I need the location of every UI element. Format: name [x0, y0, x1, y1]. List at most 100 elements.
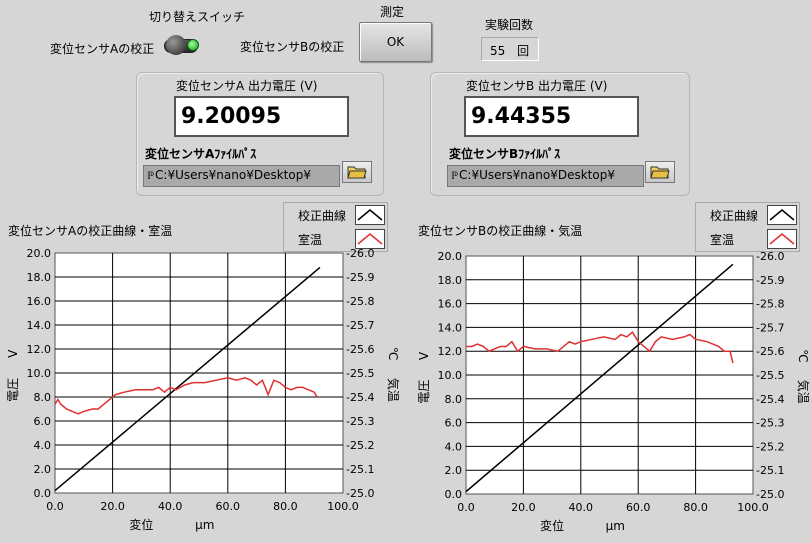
y-tick-label: 10.0 — [27, 367, 52, 380]
y-tick-label: 14.0 — [438, 321, 463, 334]
y2-tick-label: -25.9 — [756, 274, 784, 287]
y2-tick-label: -25.4 — [346, 391, 374, 404]
y2-tick-label: -25.5 — [346, 367, 374, 380]
x-tick-label: 100.0 — [737, 501, 769, 514]
y-tick-label: 20.0 — [27, 247, 52, 260]
sensor-b-path-value: C:¥Users¥nano¥Desktop¥ — [459, 168, 615, 182]
y-tick-label: 18.0 — [27, 271, 52, 284]
y2-tick-label: -25.2 — [756, 440, 784, 453]
x-tick-label: 40.0 — [569, 501, 594, 514]
x-tick-label: 60.0 — [626, 501, 651, 514]
y2-tick-label: -25.1 — [756, 464, 784, 477]
sensor-a-voltage-label: 変位センサA 出力電圧 (V) — [176, 79, 318, 93]
y-tick-label: 16.0 — [27, 295, 52, 308]
chart-b: 変位センサBの校正曲線・気温 0.0 20.0 40.0 60.0 80.0 100.0 0.… — [410, 218, 811, 543]
toggle-led-indicator — [187, 39, 199, 51]
y-tick-label: 6.0 — [445, 417, 463, 430]
measure-title: 測定 — [380, 5, 405, 19]
y2-tick-label: -25.6 — [346, 343, 374, 356]
path-icon: ℙ — [147, 171, 155, 182]
x-tick-label: 80.0 — [683, 501, 708, 514]
x-tick-label: 80.0 — [273, 500, 298, 513]
x-axis-label: 変位 — [129, 517, 153, 532]
y2-tick-label: -25.8 — [346, 295, 374, 308]
sensor-b-path-field[interactable]: ℙC:¥Users¥nano¥Desktop¥ — [447, 165, 644, 187]
y-tick-label: 20.0 — [438, 250, 463, 263]
y-tick-label: 0.0 — [34, 487, 52, 500]
y-tick-label: 6.0 — [34, 415, 52, 428]
toggle-knob — [166, 35, 186, 55]
y2-tick-label: -25.9 — [346, 271, 374, 284]
y-axis-unit: V — [417, 351, 431, 360]
switch-right-label: 変位センサBの校正 — [240, 40, 345, 54]
x-tick-label: 20.0 — [100, 500, 125, 513]
x-axis-label: 変位 — [540, 518, 564, 533]
sensor-select-toggle[interactable] — [160, 35, 200, 56]
y-axis-label: 電圧 — [417, 380, 431, 404]
count-indicator: 55 回 — [481, 37, 539, 61]
y-tick-label: 12.0 — [438, 345, 463, 358]
y2-tick-label: -26.0 — [346, 247, 374, 260]
sensor-a-path-value: C:¥Users¥nano¥Desktop¥ — [155, 168, 311, 182]
y-tick-label: 8.0 — [34, 391, 52, 404]
y2-tick-label: -25.4 — [756, 393, 784, 406]
y-tick-label: 4.0 — [34, 439, 52, 452]
y-tick-label: 14.0 — [27, 319, 52, 332]
chart-title: 変位センサAの校正曲線・室温 — [8, 223, 172, 238]
y-tick-label: 12.0 — [27, 343, 52, 356]
y2-tick-label: -25.3 — [756, 417, 784, 430]
sensor-b-path-label: 変位センサBﾌｧｲﾙﾊﾟｽ — [449, 147, 561, 161]
count-value: 55 — [490, 44, 506, 58]
y2-axis-label: 気温 — [386, 378, 400, 402]
switch-left-label: 変位センサAの校正 — [50, 42, 155, 56]
ok-button[interactable]: OK — [359, 22, 432, 62]
x-tick-label: 0.0 — [457, 501, 475, 514]
switch-title: 切り替えスイッチ — [149, 10, 246, 24]
count-unit: 回 — [517, 44, 530, 58]
y-tick-label: 2.0 — [34, 463, 52, 476]
y2-tick-label: -25.6 — [756, 345, 784, 358]
y2-tick-label: -25.5 — [756, 369, 784, 382]
x-tick-label: 20.0 — [511, 501, 536, 514]
y2-tick-label: -26.0 — [756, 250, 784, 263]
y2-tick-label: -25.8 — [756, 298, 784, 311]
sensor-a-voltage-value: 9.20095 — [174, 96, 349, 137]
sensor-a-path-field[interactable]: ℙC:¥Users¥nano¥Desktop¥ — [143, 165, 340, 187]
chart-title: 変位センサBの校正曲線・気温 — [418, 223, 582, 238]
calibration-window: 切り替えスイッチ 変位センサAの校正 変位センサBの校正 測定 OK 実験回数 … — [0, 0, 811, 543]
chart-a: 変位センサAの校正曲線・室温 0.0 20.0 40.0 60.0 80.0 100.0 0.… — [0, 218, 401, 543]
y2-axis-unit: ℃ — [796, 349, 810, 362]
sensor-b-browse-button[interactable] — [645, 161, 675, 183]
y2-tick-label: -25.0 — [346, 487, 374, 500]
y-tick-label: 18.0 — [438, 274, 463, 287]
sensor-a-path-label: 変位センサAﾌｧｲﾙﾊﾟｽ — [145, 147, 257, 161]
y2-axis-label: 気温 — [796, 380, 811, 404]
sensor-a-browse-button[interactable] — [342, 161, 372, 183]
x-tick-label: 60.0 — [216, 500, 241, 513]
y2-tick-label: -25.7 — [346, 319, 374, 332]
x-axis-unit: μm — [195, 518, 214, 532]
folder-open-icon — [347, 166, 367, 179]
y-tick-label: 10.0 — [438, 369, 463, 382]
chart-b-svg: 変位センサBの校正曲線・気温 0.0 20.0 40.0 60.0 80.0 100.0 0.… — [417, 223, 811, 533]
path-icon: ℙ — [451, 171, 459, 182]
y-tick-label: 4.0 — [445, 440, 463, 453]
sensor-b-voltage-value: 9.44355 — [464, 96, 639, 137]
x-axis-unit: μm — [606, 519, 625, 533]
sensor-b-voltage-label: 変位センサB 出力電圧 (V) — [466, 79, 608, 93]
y-tick-label: 2.0 — [445, 464, 463, 477]
y2-tick-label: -25.0 — [756, 488, 784, 501]
y2-tick-label: -25.2 — [346, 439, 374, 452]
y2-tick-label: -25.7 — [756, 321, 784, 334]
x-tick-label: 40.0 — [158, 500, 183, 513]
x-tick-label: 0.0 — [46, 500, 64, 513]
y2-tick-label: -25.1 — [346, 463, 374, 476]
chart-a-svg: 変位センサAの校正曲線・室温 0.0 20.0 40.0 60.0 80.0 100.0 0.… — [6, 223, 401, 532]
y-axis-unit: V — [6, 349, 20, 358]
y-tick-label: 0.0 — [445, 488, 463, 501]
folder-open-icon — [650, 166, 670, 179]
count-title: 実験回数 — [485, 18, 534, 32]
y2-axis-unit: ℃ — [386, 347, 400, 360]
y-tick-label: 16.0 — [438, 298, 463, 311]
y-axis-label: 電圧 — [6, 378, 20, 402]
